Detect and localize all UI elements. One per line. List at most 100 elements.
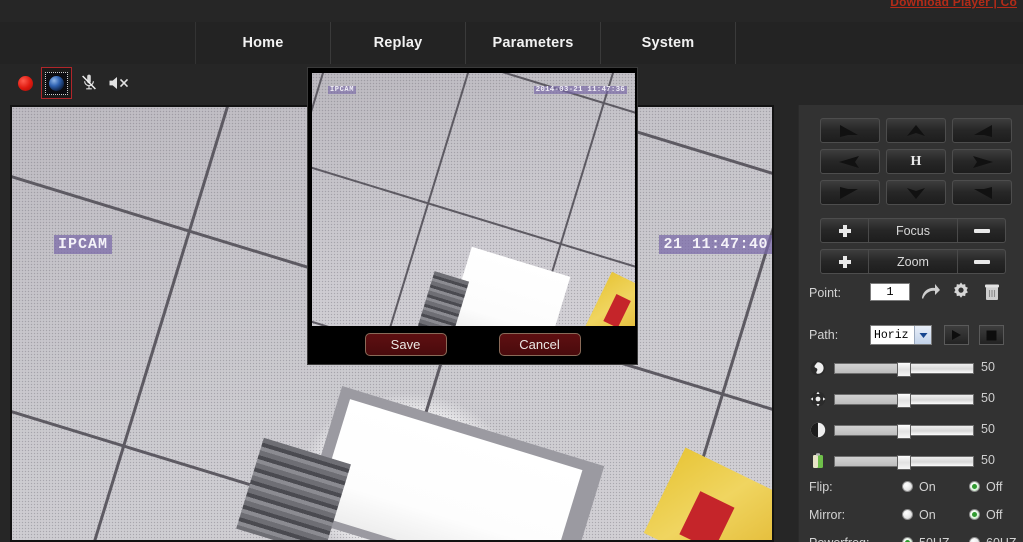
- snapshot-osd-name: IPCAM: [328, 86, 357, 94]
- download-player-link[interactable]: Download Player | Co: [890, 0, 1017, 9]
- plus-icon: [838, 224, 851, 237]
- mirror-off-radio[interactable]: [969, 509, 980, 520]
- saturation-track[interactable]: [834, 455, 974, 470]
- ptz-right-button[interactable]: [952, 149, 1012, 174]
- lens-glyph: [49, 75, 64, 91]
- ptz-down-right-button[interactable]: [952, 180, 1012, 205]
- snapshot-dialog-actions: Save Cancel: [308, 324, 637, 364]
- ptz-direction-pad: H: [820, 118, 1012, 205]
- mirror-label: Mirror:: [809, 508, 846, 522]
- chevron-down-icon: [914, 326, 931, 344]
- focus-plus-button[interactable]: [821, 219, 868, 242]
- ptz-home-button[interactable]: H: [886, 149, 946, 174]
- brightness-thumb[interactable]: [897, 362, 911, 377]
- sharpness-thumb[interactable]: [897, 393, 911, 408]
- powerfreq-label: Powerfreq:: [809, 536, 869, 542]
- powerfreq-60hz-label: 60HZ: [986, 536, 1017, 542]
- sharpness-track[interactable]: [834, 393, 974, 408]
- plus-icon: [838, 255, 851, 268]
- saturation-icon: [809, 452, 827, 470]
- powerfreq-60hz-radio[interactable]: [969, 537, 980, 542]
- contrast-icon: [809, 421, 827, 439]
- trash-icon[interactable]: [981, 281, 1003, 303]
- zoom-minus-button[interactable]: [958, 250, 1005, 273]
- arrow-down-right-icon: [974, 186, 992, 199]
- ptz-up-left-button[interactable]: [820, 118, 880, 143]
- zoom-label[interactable]: Zoom: [868, 250, 958, 273]
- nav-item-parameters[interactable]: Parameters: [466, 22, 601, 64]
- microphone-muted-icon[interactable]: [80, 74, 98, 92]
- ptz-down-left-button[interactable]: [820, 180, 880, 205]
- flip-off-radio[interactable]: [969, 481, 980, 492]
- snapshot-preview-image: IPCAM 2014-03-21 11:47:36: [312, 73, 635, 326]
- flip-on-label: On: [919, 480, 936, 494]
- zoom-row: Zoom: [820, 249, 1006, 274]
- contrast-fill: [835, 426, 904, 435]
- focus-zoom-group: Focus Zoom: [820, 218, 1006, 280]
- zoom-plus-button[interactable]: [821, 250, 868, 273]
- mirror-off-label: Off: [986, 508, 1003, 522]
- mirror-on-radio[interactable]: [902, 509, 913, 520]
- ptz-down-button[interactable]: [886, 180, 946, 205]
- arrow-up-right-icon: [974, 124, 992, 137]
- minus-icon: [973, 259, 990, 264]
- snapshot-lens-icon: [45, 71, 68, 95]
- nav-item-replay[interactable]: Replay: [331, 22, 466, 64]
- flip-on-radio[interactable]: [902, 481, 913, 492]
- brightness-track[interactable]: [834, 362, 974, 377]
- sharpness-value: 50: [981, 391, 995, 405]
- path-select[interactable]: Horiz: [870, 325, 932, 345]
- cancel-button[interactable]: Cancel: [498, 332, 581, 356]
- play-icon: [952, 330, 961, 340]
- powerfreq-50hz-label: 50HZ: [919, 536, 950, 542]
- nav-label-replay: Replay: [373, 35, 423, 51]
- nav-item-home[interactable]: Home: [196, 22, 331, 64]
- point-input[interactable]: 1: [870, 283, 910, 301]
- nav-item-system[interactable]: System: [601, 22, 736, 64]
- nav-label-system: System: [641, 35, 695, 51]
- ptz-left-button[interactable]: [820, 149, 880, 174]
- flip-label: Flip:: [809, 480, 833, 494]
- brightness-icon: [809, 359, 827, 377]
- video-osd-timestamp: 21 11:47:40: [659, 235, 772, 254]
- focus-row: Focus: [820, 218, 1006, 243]
- contrast-track[interactable]: [834, 424, 974, 439]
- save-button[interactable]: Save: [364, 332, 447, 356]
- path-select-value: Horiz: [874, 328, 909, 342]
- topbar: Download Player | Co: [0, 0, 1023, 22]
- brightness-fill: [835, 364, 904, 373]
- path-stop-button[interactable]: [979, 325, 1004, 345]
- nav-right-spacer: [736, 22, 1023, 64]
- main-navigation: Home Replay Parameters System: [0, 22, 1023, 64]
- flip-off-label: Off: [986, 480, 1003, 494]
- goto-arrow-icon[interactable]: [919, 282, 941, 304]
- snapshot-button[interactable]: [41, 67, 72, 99]
- arrow-left-icon: [839, 155, 859, 168]
- minus-icon: [973, 228, 990, 233]
- mirror-on-label: On: [919, 508, 936, 522]
- saturation-fill: [835, 457, 904, 466]
- gear-icon[interactable]: [950, 281, 972, 303]
- focus-label[interactable]: Focus: [868, 219, 958, 242]
- saturation-slider: 50: [809, 451, 1014, 473]
- contrast-slider: 50: [809, 420, 1014, 442]
- snapshot-osd-timestamp: 2014-03-21 11:47:36: [533, 86, 627, 94]
- saturation-thumb[interactable]: [897, 455, 911, 470]
- ptz-control-panel: H Focus Zoom Point: 1 Path: Horiz 50 50 …: [798, 105, 1023, 542]
- speaker-muted-icon[interactable]: [108, 75, 132, 91]
- ptz-up-button[interactable]: [886, 118, 946, 143]
- contrast-thumb[interactable]: [897, 424, 911, 439]
- saturation-value: 50: [981, 453, 995, 467]
- path-play-button[interactable]: [944, 325, 969, 345]
- record-dot-icon[interactable]: [18, 76, 33, 91]
- brightness-slider: 50: [809, 358, 1014, 380]
- sharpness-icon: [809, 390, 827, 408]
- nav-label-home: Home: [242, 35, 284, 51]
- brightness-value: 50: [981, 360, 995, 374]
- arrow-up-icon: [907, 124, 925, 136]
- ptz-up-right-button[interactable]: [952, 118, 1012, 143]
- powerfreq-50hz-radio[interactable]: [902, 537, 913, 542]
- snapshot-preview-dialog: IPCAM 2014-03-21 11:47:36 Save Cancel: [307, 67, 638, 365]
- focus-minus-button[interactable]: [958, 219, 1005, 242]
- nav-left-spacer: [0, 22, 196, 64]
